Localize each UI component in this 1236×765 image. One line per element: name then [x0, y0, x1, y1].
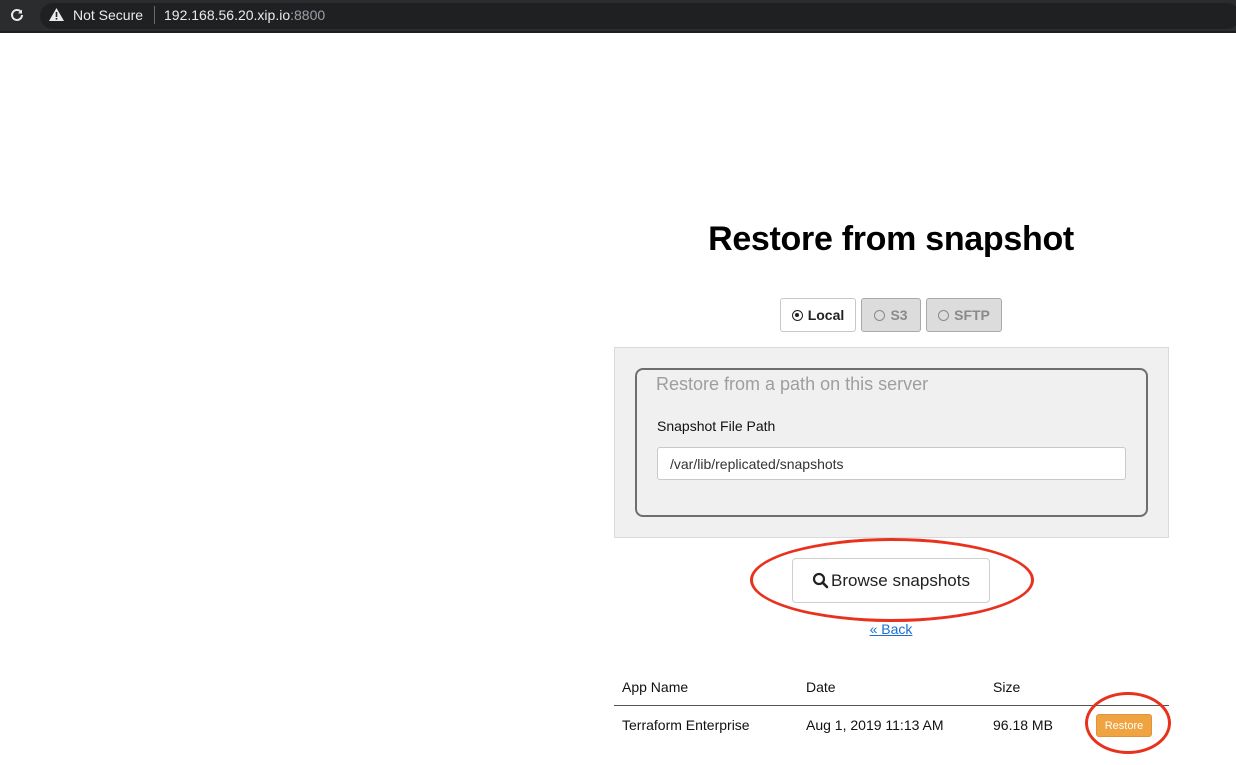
source-s3-label: S3: [890, 307, 908, 323]
cell-size: 96.18 MB: [993, 717, 1053, 733]
source-sftp-label: SFTP: [954, 307, 990, 323]
radio-unchecked-icon: [874, 309, 886, 321]
table-header-divider: [614, 705, 1169, 706]
browse-snapshots-label: Browse snapshots: [831, 570, 970, 590]
radio-unchecked-icon: [938, 309, 950, 321]
warning-icon: [49, 8, 64, 21]
snapshot-path-label: Snapshot File Path: [657, 418, 776, 434]
snapshot-path-input[interactable]: [657, 447, 1126, 480]
not-secure-label[interactable]: Not Secure: [73, 7, 143, 23]
url-text[interactable]: 192.168.56.20.xip.io:8800: [164, 7, 325, 23]
header-size: Size: [993, 679, 1021, 695]
url-port: :8800: [290, 7, 326, 23]
source-local-label: Local: [807, 307, 845, 323]
cell-app-name: Terraform Enterprise: [622, 717, 750, 733]
radio-checked-icon: [791, 309, 803, 321]
fieldset-legend: Restore from a path on this server: [656, 374, 929, 394]
back-link[interactable]: « Back: [614, 621, 1168, 637]
browser-toolbar: Not Secure 192.168.56.20.xip.io:8800: [0, 0, 1236, 33]
header-date: Date: [806, 679, 836, 695]
source-sftp-button[interactable]: SFTP: [926, 298, 1002, 332]
url-separator: [154, 6, 155, 24]
browse-snapshots-button[interactable]: Browse snapshots: [792, 558, 990, 603]
cell-date: Aug 1, 2019 11:13 AM: [806, 717, 944, 733]
search-icon: [812, 572, 829, 589]
url-host: 192.168.56.20.xip.io: [164, 7, 291, 23]
header-app-name: App Name: [622, 679, 689, 695]
restore-button[interactable]: Restore: [1096, 714, 1152, 737]
reload-icon[interactable]: [9, 7, 25, 23]
source-local-button[interactable]: Local: [780, 298, 856, 332]
page-title: Restore from snapshot: [708, 220, 1074, 258]
source-s3-button[interactable]: S3: [861, 298, 921, 332]
